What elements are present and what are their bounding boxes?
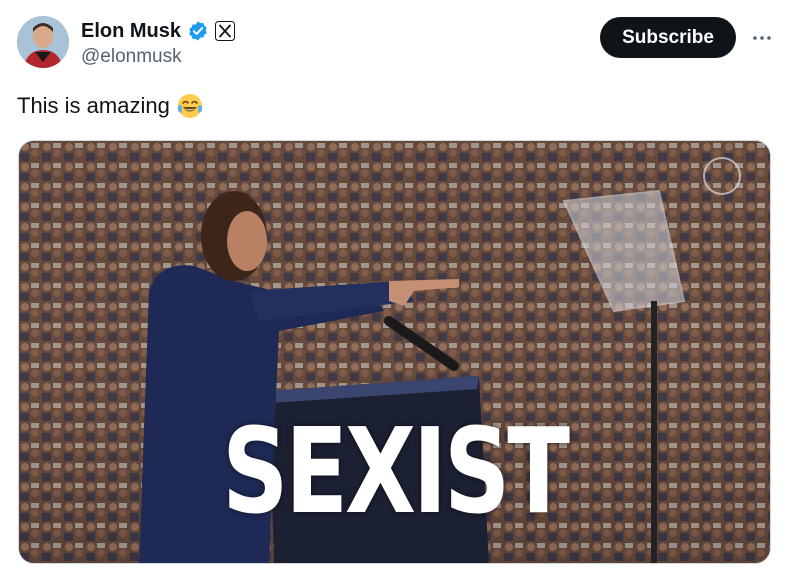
x-affiliate-badge-icon[interactable] xyxy=(215,21,236,41)
avatar-image xyxy=(17,16,69,68)
avatar[interactable] xyxy=(17,16,69,68)
tweet-media-image[interactable] xyxy=(18,140,771,564)
verified-badge-icon xyxy=(187,20,209,42)
name-row: Elon Musk xyxy=(81,18,236,44)
author-handle[interactable]: @elonmusk xyxy=(81,46,182,68)
display-name[interactable]: Elon Musk xyxy=(81,20,181,43)
tweet-text-content: This is amazing xyxy=(17,93,170,118)
tweet-text: This is amazing xyxy=(17,92,204,120)
more-horizontal-icon[interactable] xyxy=(750,26,774,50)
tweet-header: Elon Musk @elonmusk Subscribe xyxy=(17,16,789,72)
face-with-tears-of-joy-icon xyxy=(176,92,204,120)
subscribe-button[interactable]: Subscribe xyxy=(600,17,736,58)
rally-photo xyxy=(19,141,770,563)
